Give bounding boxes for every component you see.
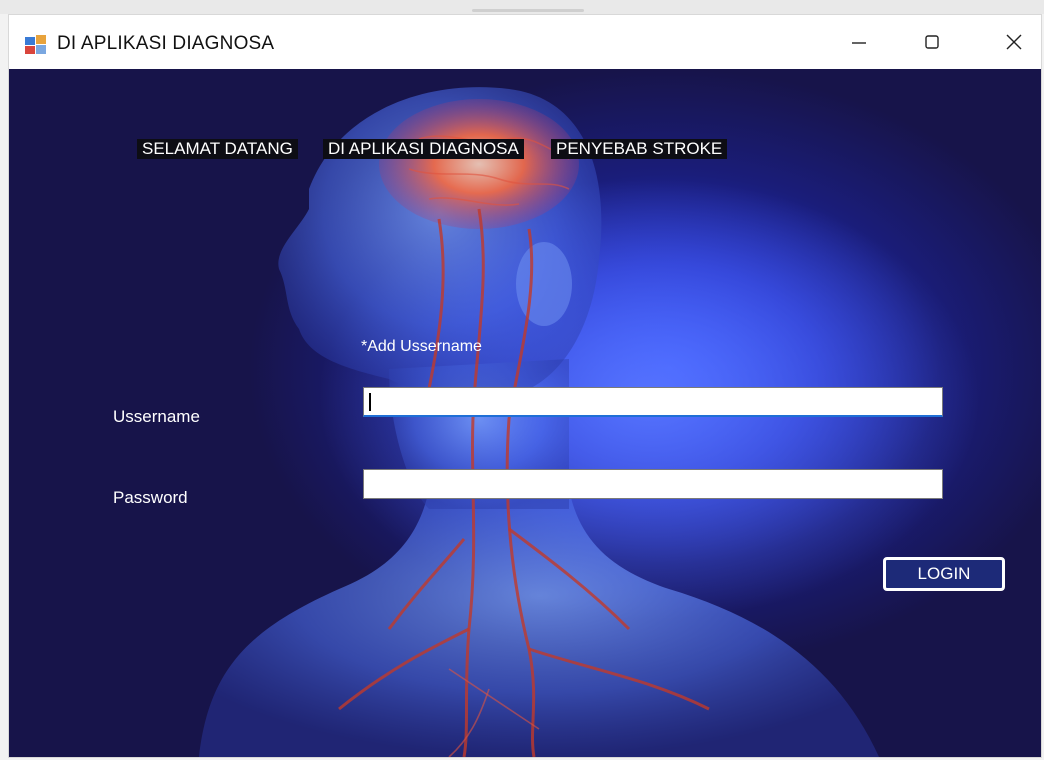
selamat-datang-label: SELAMAT DATANG bbox=[137, 139, 298, 159]
window-notch bbox=[472, 9, 584, 12]
close-icon bbox=[1006, 34, 1022, 50]
username-input[interactable] bbox=[363, 387, 943, 417]
app-window: DI APLIKASI DIAGNOSA SELAMAT DATANG DI A… bbox=[8, 14, 1042, 758]
login-button[interactable]: LOGIN bbox=[883, 557, 1005, 591]
text-caret bbox=[369, 393, 371, 411]
username-label: Ussername bbox=[113, 407, 200, 426]
minimize-icon bbox=[852, 42, 866, 44]
password-input[interactable] bbox=[363, 469, 943, 499]
close-button[interactable] bbox=[984, 15, 1044, 69]
password-label: Password bbox=[113, 488, 188, 507]
penyebab-stroke-label: PENYEBAB STROKE bbox=[551, 139, 728, 159]
window-title: DI APLIKASI DIAGNOSA bbox=[57, 33, 275, 54]
desktop-top-strip bbox=[0, 0, 1044, 14]
maximize-button[interactable] bbox=[902, 15, 962, 69]
minimize-button[interactable] bbox=[829, 15, 889, 69]
title-bar[interactable]: DI APLIKASI DIAGNOSA bbox=[9, 15, 1041, 69]
app-icon bbox=[25, 35, 46, 54]
aplikasi-diagnosa-label: DI APLIKASI DIAGNOSA bbox=[323, 139, 524, 159]
login-panel: SELAMAT DATANG DI APLIKASI DIAGNOSA PENY… bbox=[9, 69, 1041, 757]
username-hint: *Add Ussername bbox=[361, 338, 482, 355]
maximize-icon bbox=[925, 35, 939, 49]
